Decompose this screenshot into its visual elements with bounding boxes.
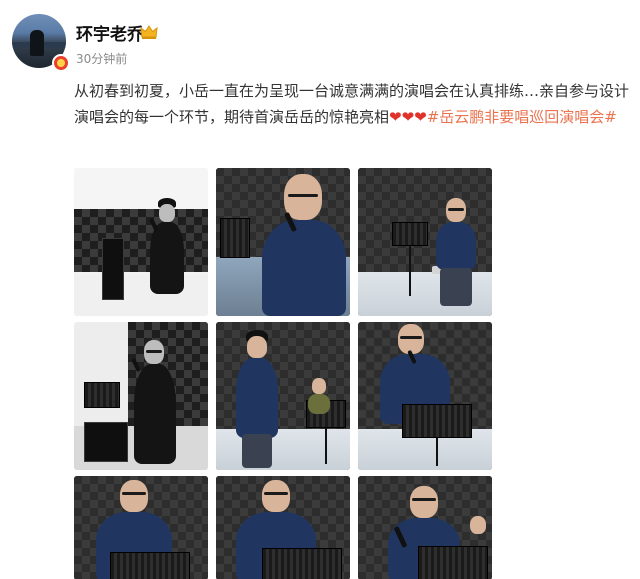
author-name[interactable]: 环宇老乔 bbox=[76, 20, 144, 45]
verified-badge-icon bbox=[52, 54, 70, 72]
hashtag-link[interactable]: #岳云鹏非要唱巡回演唱会# bbox=[427, 108, 617, 126]
photo-2[interactable] bbox=[216, 168, 350, 316]
photo-4[interactable] bbox=[74, 322, 208, 470]
photo-6[interactable] bbox=[358, 322, 492, 470]
photo-3[interactable] bbox=[358, 168, 492, 316]
photo-1[interactable] bbox=[74, 168, 208, 316]
heart-icons: ❤❤❤ bbox=[389, 108, 427, 126]
crown-icon bbox=[140, 25, 158, 39]
post-text: 从初春到初夏，小岳一直在为呈现一台诚意满满的演唱会在认真排练…亲自参与设计演唱会… bbox=[74, 78, 630, 130]
photo-8[interactable] bbox=[216, 476, 350, 579]
photo-7[interactable] bbox=[74, 476, 208, 579]
post-timestamp[interactable]: 30分钟前 bbox=[76, 50, 127, 67]
photo-5[interactable] bbox=[216, 322, 350, 470]
photo-9[interactable] bbox=[358, 476, 492, 579]
